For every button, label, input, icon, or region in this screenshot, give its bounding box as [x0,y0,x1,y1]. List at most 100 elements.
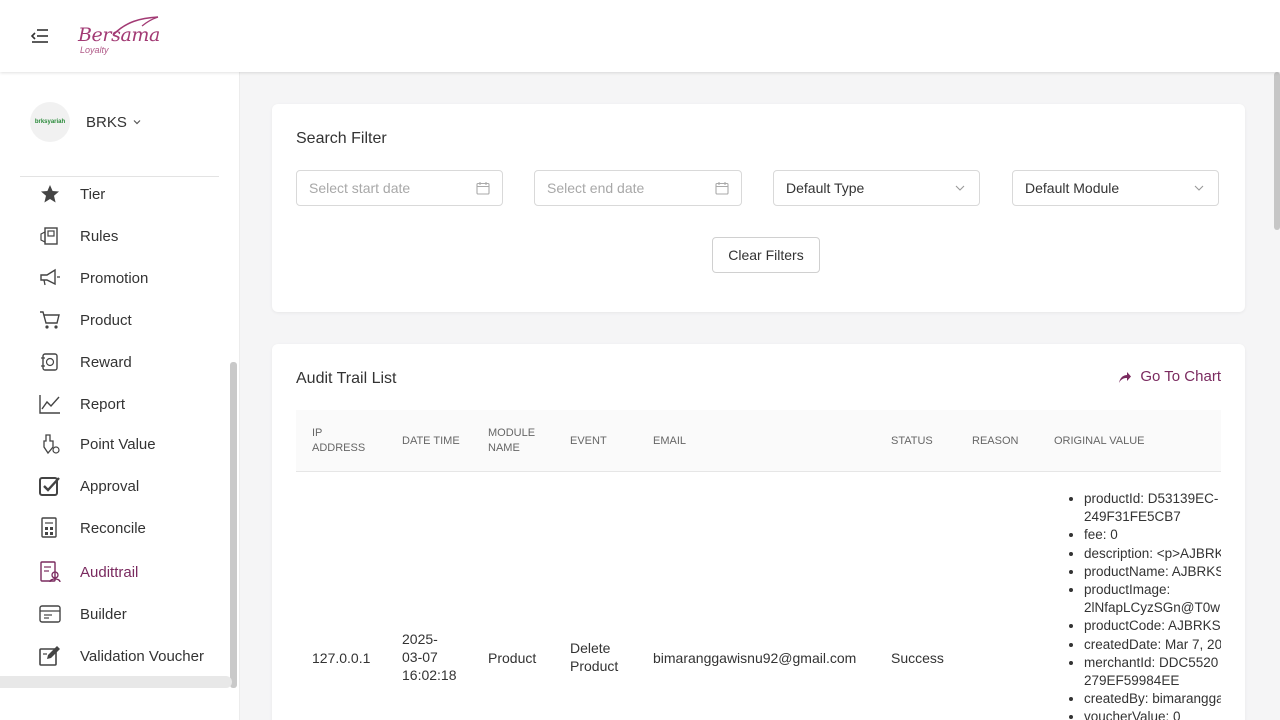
value-line: 249F31FE5CB7 [1084,509,1181,525]
type-select[interactable]: Default Type [773,170,980,206]
brand-avatar-text: brksyariah [34,119,66,125]
sidebar-item-label: Rules [80,227,119,245]
list-item: productName: AJBRKS [1084,563,1221,581]
sidebar-item-reward[interactable]: Reward [20,344,220,380]
value-line: productId: D53139EC- [1084,491,1219,506]
reward-icon [38,350,62,374]
sidebar-item-label: Validation Voucher [80,647,204,665]
value-line: productImage: [1084,582,1171,598]
megaphone-icon [38,266,62,290]
sidebar-item-approval[interactable]: Approval [20,468,220,504]
sidebar-item-reconcile[interactable]: Reconcile [20,510,220,546]
cell-event: Delete Product [570,639,618,675]
column-date-time[interactable]: DATE TIME [402,410,472,472]
brand-selector[interactable]: brksyariah BRKS [30,102,141,142]
clear-filters-button[interactable]: Clear Filters [712,237,820,273]
cell-original-value: productId: D53139EC-249F31FE5CB7 fee: 0 … [1068,490,1221,720]
value-line: 2lNfapLCyzSGn@T0w [1084,600,1221,616]
sidebar-item-label: Approval [80,477,140,495]
reconcile-icon [38,516,62,540]
go-to-chart-label: Go To Chart [1140,368,1221,385]
list-item: productId: D53139EC- 249F31FE5CB7 [1084,490,1221,526]
value-line: createdBy: bimaranggawisnu92 [1084,691,1221,707]
line-chart-icon [38,392,62,416]
end-date-picker[interactable]: Select end date [534,170,742,206]
bersama-logo[interactable]: Bersama Loyalty [78,16,162,58]
value-line: voucherValue: 0 [1084,709,1181,720]
sidebar: brksyariah BRKS Tier Rules Promotion Pro… [0,72,240,720]
sidebar-item-tier[interactable]: Tier [20,176,220,212]
audittrail-icon [38,560,62,584]
sidebar-item-builder[interactable]: Builder [20,596,220,632]
search-filter-title: Search Filter [296,130,387,147]
point-value-icon [38,432,62,456]
start-date-picker[interactable]: Select start date [296,170,503,206]
event-line: Product [570,658,619,674]
value-line: description: <p>AJBRKS [1084,545,1221,561]
main-scrollbar[interactable] [1274,72,1280,230]
module-select[interactable]: Default Module [1012,170,1219,206]
start-date-placeholder: Select start date [309,180,411,196]
column-reason[interactable]: REASON [972,410,1032,472]
brand-name: BRKS [86,113,127,131]
sidebar-item-promotion[interactable]: Promotion [20,260,220,296]
sidebar-item-label: Promotion [80,269,149,287]
sidebar-item-label: Audittrail [80,563,139,581]
end-date-placeholder: Select end date [547,180,645,196]
table-row[interactable]: 127.0.0.1 2025- 03-07 16:02:18 Product D… [296,472,1221,720]
cell-ip-address: 127.0.0.1 [312,650,371,666]
menu-fold-icon[interactable] [28,24,52,48]
table-header: IP ADDRESS DATE TIME MODULE NAME EVENT E… [296,410,1221,472]
share-icon [1119,371,1132,383]
chevron-down-icon [955,185,965,191]
sidebar-item-label: Product [80,311,132,329]
audit-trail-table: IP ADDRESS DATE TIME MODULE NAME EVENT E… [296,410,1221,720]
edit-icon [38,644,62,668]
sidebar-item-report[interactable]: Report [20,386,220,422]
sidebar-item-label: Builder [80,605,127,623]
top-bar: Bersama Loyalty [0,0,1280,72]
chevron-down-icon [133,120,141,125]
sidebar-item-product[interactable]: Product [20,302,220,338]
cart-icon [38,308,62,332]
column-event[interactable]: EVENT [570,410,630,472]
go-to-chart-link[interactable]: Go To Chart [1118,368,1221,385]
logo-text: Bersama [78,24,160,46]
audit-trail-card: Audit Trail List Go To Chart IP ADDRESS … [272,344,1245,720]
sidebar-horizontal-scrollbar[interactable] [0,676,232,688]
sidebar-item-point-value[interactable]: Point Value [20,426,220,462]
type-select-value: Default Type [786,180,865,196]
cell-email: bimaranggawisnu92@gmail.com [653,650,857,666]
sidebar-scrollbar[interactable] [230,362,237,688]
sidebar-item-rules[interactable]: Rules [20,218,220,254]
event-line: Delete [570,640,611,656]
sidebar-item-label: Reward [80,353,132,371]
sidebar-item-label: Point Value [80,435,156,453]
value-line: merchantId: DDC5520 [1084,654,1219,670]
sidebar-item-audittrail[interactable]: Audittrail [20,554,220,590]
star-icon [38,182,62,206]
column-ip-address[interactable]: IP ADDRESS [312,410,368,472]
time-line: 16:02:18 [402,667,457,683]
list-item: merchantId: DDC5520 279EF59984EE [1084,654,1221,690]
chevron-down-icon [1194,185,1204,191]
column-original-value[interactable]: ORIGINAL VALUE [1054,410,1194,472]
cell-date-time: 2025- 03-07 16:02:18 [402,630,457,684]
calendar-icon [715,182,729,195]
list-item: voucherValue: 0 [1084,708,1221,720]
date-line: 03-07 [402,649,438,665]
list-item: productImage: 2lNfapLCyzSGn@T0w [1084,581,1221,617]
column-email[interactable]: EMAIL [653,410,773,472]
column-module-name[interactable]: MODULE NAME [488,410,550,472]
value-line: 279EF59984EE [1084,673,1180,689]
sidebar-item-validation-voucher[interactable]: Validation Voucher [20,638,220,674]
list-item: fee: 0 [1084,526,1221,544]
audit-trail-title: Audit Trail List [296,370,397,387]
column-status[interactable]: STATUS [891,410,951,472]
check-square-icon [38,474,62,498]
cell-module-name: Product [488,650,537,666]
module-select-value: Default Module [1025,180,1120,196]
builder-icon [38,602,62,626]
list-item: productCode: AJBRKS [1084,617,1221,635]
cell-status: Success [891,650,944,666]
